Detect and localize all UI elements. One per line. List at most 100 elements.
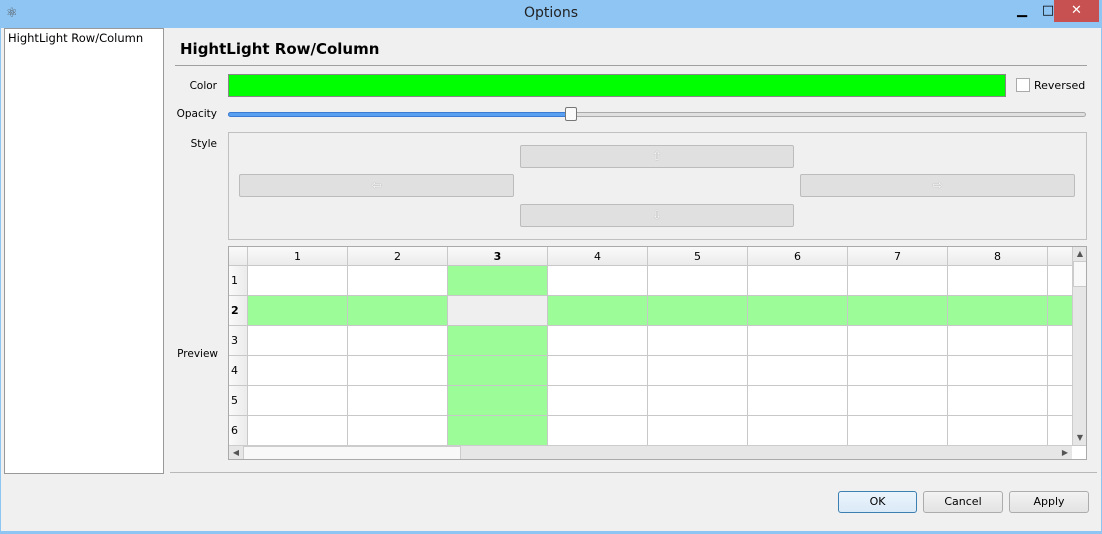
table-cell[interactable] [848, 386, 948, 416]
table-cell[interactable] [348, 266, 448, 296]
table-cell[interactable] [748, 266, 848, 296]
table-cell[interactable] [748, 416, 848, 446]
close-button[interactable]: ✕ [1054, 0, 1099, 22]
color-label: Color [189, 80, 217, 92]
opacity-slider-fill [228, 112, 572, 117]
table-cell[interactable] [348, 416, 448, 446]
arrow-left-icon: ⇦ [371, 178, 382, 192]
column-header[interactable]: 3 [448, 247, 548, 266]
cancel-button[interactable]: Cancel [923, 491, 1003, 513]
table-cell[interactable] [448, 296, 548, 326]
table-cell[interactable] [948, 356, 1048, 386]
horizontal-scroll-thumb[interactable] [243, 446, 461, 459]
style-down-button[interactable]: ⇩ [520, 204, 794, 227]
table-cell[interactable] [248, 416, 348, 446]
style-label: Style [190, 138, 217, 150]
opacity-label: Opacity [176, 108, 217, 120]
table-cell[interactable] [948, 296, 1048, 326]
window-title: Options [523, 5, 579, 21]
row-header[interactable]: 5 [229, 386, 248, 416]
row-header[interactable]: 2 [229, 296, 248, 326]
table-cell[interactable] [648, 386, 748, 416]
table-cell[interactable] [648, 296, 748, 326]
table-cell[interactable] [248, 326, 348, 356]
table-cell[interactable] [848, 356, 948, 386]
scroll-left-icon[interactable]: ◀ [229, 446, 243, 459]
ok-button[interactable]: OK [838, 491, 917, 513]
scroll-up-icon[interactable]: ▲ [1073, 247, 1086, 261]
style-left-button[interactable]: ⇦ [239, 174, 514, 197]
table-cell[interactable] [848, 266, 948, 296]
table-cell[interactable] [748, 326, 848, 356]
table-cell[interactable] [448, 386, 548, 416]
column-header[interactable]: 6 [748, 247, 848, 266]
divider [175, 65, 1087, 66]
table-cell[interactable] [648, 416, 748, 446]
table-cell[interactable] [648, 326, 748, 356]
table-cell[interactable] [248, 356, 348, 386]
table-cell[interactable] [748, 386, 848, 416]
opacity-slider-handle[interactable] [565, 107, 578, 121]
column-header[interactable]: 4 [548, 247, 648, 266]
reversed-label: Reversed [1034, 79, 1086, 92]
style-up-button[interactable]: ⇧ [520, 145, 794, 168]
tree-item-highlight[interactable]: HightLight Row/Column [8, 31, 143, 45]
table-cell[interactable] [948, 416, 1048, 446]
table-cell[interactable] [348, 326, 448, 356]
vertical-scroll-thumb[interactable] [1073, 261, 1086, 287]
arrow-right-icon: ⇨ [932, 178, 943, 192]
table-cell[interactable] [848, 326, 948, 356]
scroll-down-icon[interactable]: ▼ [1073, 431, 1086, 445]
apply-button[interactable]: Apply [1009, 491, 1089, 513]
table-cell[interactable] [548, 296, 648, 326]
table-cell[interactable] [548, 266, 648, 296]
column-header[interactable]: 2 [348, 247, 448, 266]
table-cell[interactable] [748, 296, 848, 326]
table-cell[interactable] [548, 326, 648, 356]
table-cell[interactable] [948, 326, 1048, 356]
table-cell[interactable] [748, 356, 848, 386]
vertical-scrollbar[interactable]: ▲ ▼ [1072, 247, 1086, 445]
arrow-up-icon: ⇧ [651, 149, 663, 163]
preview-table: 12345678123456 ◀ ▶ ▲ ▼ [228, 246, 1087, 460]
row-header[interactable]: 4 [229, 356, 248, 386]
table-cell[interactable] [548, 416, 648, 446]
column-header[interactable]: 8 [948, 247, 1048, 266]
table-cell[interactable] [848, 416, 948, 446]
row-header[interactable]: 3 [229, 326, 248, 356]
scroll-right-icon[interactable]: ▶ [1058, 446, 1072, 459]
arrow-down-icon: ⇩ [651, 208, 663, 222]
minimize-button[interactable]: ▁ [1009, 0, 1035, 22]
table-cell[interactable] [248, 266, 348, 296]
table-cell[interactable] [448, 356, 548, 386]
table-cell[interactable] [648, 266, 748, 296]
options-tree: HightLight Row/Column [4, 28, 164, 474]
column-header[interactable]: 1 [248, 247, 348, 266]
row-header[interactable]: 6 [229, 416, 248, 446]
table-cell[interactable] [648, 356, 748, 386]
table-corner [229, 247, 248, 266]
footer-divider [170, 472, 1097, 473]
table-cell[interactable] [348, 356, 448, 386]
table-cell[interactable] [948, 266, 1048, 296]
horizontal-scrollbar[interactable]: ◀ ▶ [229, 445, 1072, 459]
table-cell[interactable] [448, 326, 548, 356]
table-cell[interactable] [548, 386, 648, 416]
style-right-button[interactable]: ⇨ [800, 174, 1075, 197]
table-cell[interactable] [948, 386, 1048, 416]
table-cell[interactable] [348, 386, 448, 416]
table-cell[interactable] [448, 266, 548, 296]
row-header[interactable]: 1 [229, 266, 248, 296]
table-cell[interactable] [848, 296, 948, 326]
table-cell[interactable] [548, 356, 648, 386]
color-swatch-button[interactable] [228, 74, 1006, 97]
table-cell[interactable] [248, 296, 348, 326]
page-title: HightLight Row/Column [180, 40, 380, 58]
column-header[interactable]: 7 [848, 247, 948, 266]
table-cell[interactable] [248, 386, 348, 416]
column-header[interactable]: 5 [648, 247, 748, 266]
preview-label: Preview [177, 348, 218, 360]
table-cell[interactable] [348, 296, 448, 326]
reversed-checkbox[interactable] [1016, 78, 1030, 92]
table-cell[interactable] [448, 416, 548, 446]
